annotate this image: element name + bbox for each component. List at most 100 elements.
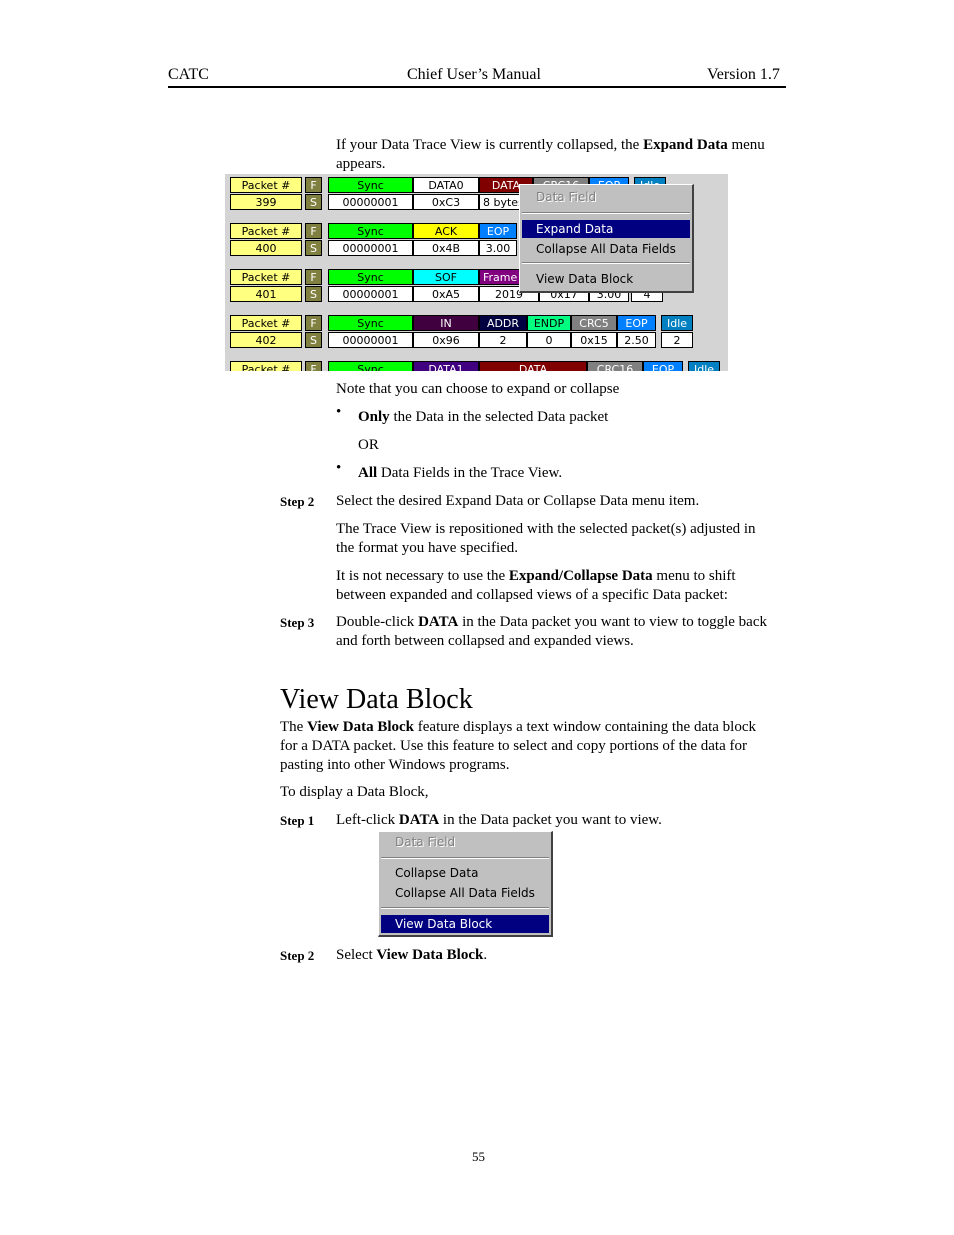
field-sync-value[interactable]: 00000001 [328,240,413,256]
bullet-only-text: the Data in the selected Data packet [389,409,609,425]
field-crc16[interactable]: CRC16 [587,361,643,371]
field-crc5-value[interactable]: 0x15 [571,332,617,348]
step-label: Step 1 [280,813,315,828]
field-data[interactable]: DATA [479,361,587,371]
step-label: Step 2 [280,948,315,963]
section-text: feature displays a text window containin… [414,719,756,735]
step3-text-post: in the Data packet you want to view to t… [458,614,768,630]
intro-bold: Expand Data [643,137,728,153]
paragraph-bold: Expand/Collapse Data [508,568,653,584]
field-addr[interactable]: ADDR [479,315,527,331]
field-crc5[interactable]: CRC5 [571,315,617,331]
context-menu-collapse: Data Field Collapse Data Collapse All Da… [378,831,553,937]
packet-label[interactable]: Packet # [230,315,302,331]
step3-line2: and forth between collapsed and expanded… [336,633,634,649]
field-sync[interactable]: Sync [328,315,413,331]
packet-s: S [305,194,322,210]
menu-separator [381,857,549,859]
header-rule [168,86,786,88]
section-title: View Data Block [280,684,473,715]
step-label: Step 3 [280,615,315,630]
bullet-all: All Data Fields in the Trace View. [358,464,562,483]
step2-bold: View Data Block [376,947,484,963]
packet-label[interactable]: Packet # [230,177,302,193]
note-intro: Note that you can choose to expand or co… [336,381,620,397]
packet-label[interactable]: Packet # [230,361,302,371]
bullet-icon: • [336,460,342,476]
field-sync[interactable]: Sync [328,223,413,239]
menu-title-data-field: Data Field [536,190,597,204]
packet-label[interactable]: Packet # [230,269,302,285]
field-endp-value[interactable]: 0 [527,332,571,348]
packet-number[interactable]: 399 [230,194,302,210]
packet-number[interactable]: 402 [230,332,302,348]
field-sof-value[interactable]: 0xA5 [413,286,479,302]
packet-number[interactable]: 400 [230,240,302,256]
menu-separator [381,907,549,909]
field-pid-value[interactable]: 0xC3 [413,194,479,210]
field-in[interactable]: IN [413,315,479,331]
field-pid[interactable]: DATA0 [413,177,479,193]
section-text: The [280,719,308,735]
paragraph-line: the format you have specified. [336,540,519,556]
packet-number[interactable]: 401 [230,286,302,302]
field-idle[interactable]: Idle [661,315,693,331]
field-sync[interactable]: Sync [328,177,413,193]
field-eop-value[interactable]: 2.50 [617,332,656,348]
step2-select-text: Select View Data Block. [336,946,487,965]
step1-bold: DATA [398,812,440,828]
intro-text-end: menu [727,137,765,153]
step1-text-pre: Left-click [336,812,399,828]
step3-text: Double-click DATA in the Data packet you… [336,613,796,651]
header-left: CATC [168,66,209,83]
packet-label[interactable]: Packet # [230,223,302,239]
menu-item-collapse-all[interactable]: Collapse All Data Fields [522,240,690,258]
step1-text: Left-click DATA in the Data packet you w… [336,811,662,830]
field-sync-value[interactable]: 00000001 [328,332,413,348]
field-data1[interactable]: DATA1 [413,361,479,371]
bullet-only: Only the Data in the selected Data packe… [358,408,608,427]
menu-item-view-data-block[interactable]: View Data Block [522,270,690,288]
menu-item-collapse-all[interactable]: Collapse All Data Fields [381,884,549,902]
section-bold: View Data Block [307,719,415,735]
intro-paragraph: If your Data Trace View is currently col… [336,136,796,174]
step2-text-post: . [483,947,488,963]
packet-f: F [305,223,322,239]
header-title: Chief User’s Manual [407,66,541,83]
intro-line2: appears. [336,156,386,172]
field-in-value[interactable]: 0x96 [413,332,479,348]
section-line: for a DATA packet. Use this feature to s… [280,738,747,754]
field-eop[interactable]: EOP [643,361,683,371]
field-sync[interactable]: Sync [328,361,413,371]
packet-s: S [305,286,322,302]
bullet-all-text: Data Fields in the Trace View. [377,465,563,481]
paragraph-text: It is not necessary to use the [336,568,509,584]
field-eop[interactable]: EOP [617,315,656,331]
field-eop-value[interactable]: 3.00 [479,240,517,256]
trace-view: Packet # 399 F S Sync 00000001 DATA0 0xC… [225,174,728,371]
section-paragraph: The View Data Block feature displays a t… [280,718,800,775]
field-sync[interactable]: Sync [328,269,413,285]
display-intro: To display a Data Block, [280,784,429,800]
paragraph-repositioned: The Trace View is repositioned with the … [336,520,796,558]
packet-f: F [305,315,322,331]
field-endp[interactable]: ENDP [527,315,571,331]
menu-item-view-data-block[interactable]: View Data Block [381,915,549,933]
field-eop[interactable]: EOP [479,223,517,239]
step3-text-pre: Double-click [336,614,419,630]
paragraph-text: menu to shift [652,568,736,584]
field-ack[interactable]: ACK [413,223,479,239]
menu-separator [522,262,690,264]
field-sync-value[interactable]: 00000001 [328,286,413,302]
menu-item-expand-data[interactable]: Expand Data [522,220,690,238]
field-addr-value[interactable]: 2 [479,332,527,348]
context-menu-expand: Data Field Expand Data Collapse All Data… [519,184,694,293]
field-sync-value[interactable]: 00000001 [328,194,413,210]
step3-bold: DATA [418,614,459,630]
field-idle[interactable]: Idle [688,361,720,371]
field-ack-value[interactable]: 0x4B [413,240,479,256]
field-idle-value[interactable]: 2 [661,332,693,348]
menu-item-collapse-data[interactable]: Collapse Data [381,864,549,882]
packet-s: S [305,240,322,256]
field-sof[interactable]: SOF [413,269,479,285]
